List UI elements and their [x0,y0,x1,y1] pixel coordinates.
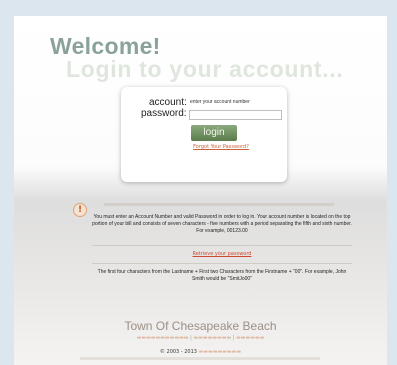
divider [92,245,352,246]
login-button[interactable]: login [191,125,237,141]
password-label: password: [141,108,187,119]
divider [92,263,352,264]
password-format-hint: The first four characters from the Lastn… [97,269,347,282]
copyright-text: © 2003 - 2013 [159,349,197,355]
welcome-heading: Welcome! [50,33,161,59]
account-input[interactable]: enter your account number [190,98,282,107]
account-label: account: [149,97,187,108]
page-frame: Login to your account... Welcome! accoun… [14,16,387,365]
login-box: account: enter your account number passw… [121,87,287,182]
forgot-password-link[interactable]: Forgot Your Password? [191,144,251,150]
retrieve-password-link[interactable]: Retrieve your password [92,251,352,257]
town-name: Town Of Chesapeake Beach [124,319,277,333]
password-input[interactable] [189,110,282,120]
footer-links[interactable]: ▬▬▬▬▬▬▬▬▬▬▬ | ▬▬▬▬▬▬▬▬ | ▬▬▬▬▬▬ [14,335,387,341]
login-subtitle: Login to your account... [66,56,344,82]
copyright: © 2003 - 2013 ▬▬▬▬▬▬▬▬▬ [159,349,242,355]
footer-fine-print [80,357,320,360]
warning-icon: ! [73,203,87,217]
notice-strip [104,203,334,206]
login-instructions: You must enter an Account Number and val… [92,214,352,234]
